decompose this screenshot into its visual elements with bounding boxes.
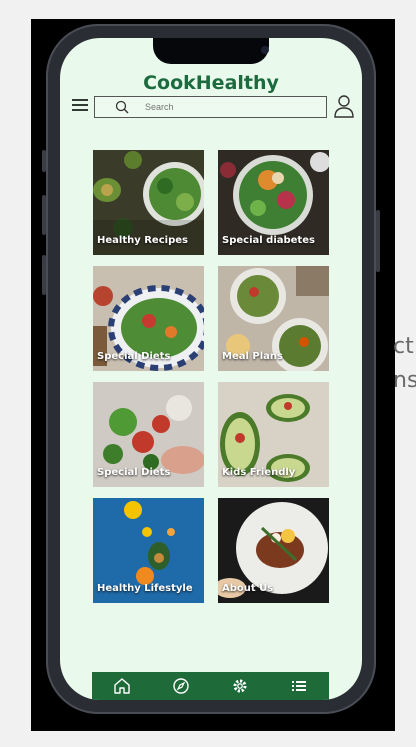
home-icon [113,678,130,694]
tile-label: About Us [222,583,274,594]
tile-special-diabetes[interactable]: Special diabetes [218,150,329,255]
mute-switch [42,150,46,172]
compass-icon [173,678,189,694]
tile-about-us[interactable]: About Us [218,498,329,603]
tile-healthy-recipes[interactable]: Healthy Recipes [93,150,204,255]
tile-label: Healthy Lifestyle [97,583,193,594]
search-input[interactable] [145,100,315,114]
nav-explore-button[interactable] [169,674,193,698]
power-button [376,210,380,272]
list-icon [292,681,307,691]
tile-special-diets-1[interactable]: Special Diets [93,266,204,371]
volume-up-button [42,195,46,235]
tile-label: Special Diets [97,467,171,478]
tile-special-diets-2[interactable]: Special Diets [93,382,204,487]
tile-label: Meal Plans [222,351,283,362]
search-icon [115,100,129,114]
tile-kids-friendly[interactable]: Kids Friendly [218,382,329,487]
app-screen: CookHealthy Healthy Recipes [60,38,362,700]
settings-icon [233,679,247,693]
tile-healthy-lifestyle[interactable]: Healthy Lifestyle [93,498,204,603]
tile-label: Special diabetes [222,235,315,246]
notch [153,38,269,64]
hamburger-menu-icon[interactable] [72,99,88,113]
nav-settings-button[interactable] [228,674,252,698]
nav-menu-button[interactable] [287,674,311,698]
camera-icon [261,46,269,54]
tile-label: Healthy Recipes [97,235,188,246]
app-title: CookHealthy [143,72,279,94]
tile-meal-plans[interactable]: Meal Plans [218,266,329,371]
nav-home-button[interactable] [110,674,134,698]
search-bar[interactable] [94,96,327,118]
volume-down-button [42,255,46,295]
background-text: ct ns [393,330,416,398]
background-text-line: ns [393,368,416,393]
background-text-line: ct [393,334,414,359]
tile-label: Kids Friendly [222,467,296,478]
tile-label: Special Diets [97,351,171,362]
user-profile-icon[interactable] [332,93,356,119]
bottom-navigation [92,672,329,700]
